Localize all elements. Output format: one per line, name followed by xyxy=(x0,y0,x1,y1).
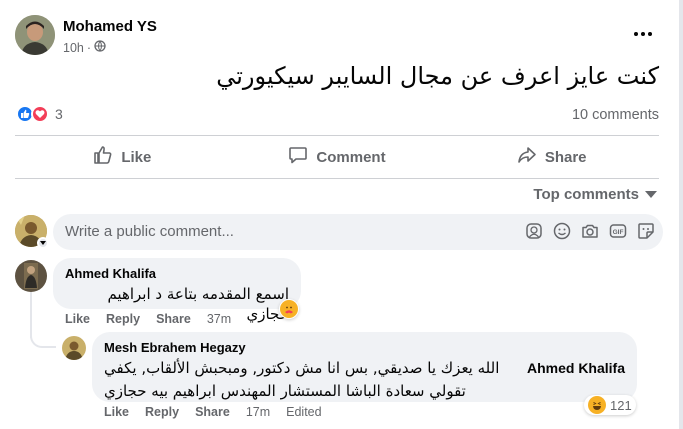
reply-like-link[interactable]: Like xyxy=(104,405,129,419)
comment-button[interactable]: Comment xyxy=(230,138,445,176)
more-options-icon[interactable] xyxy=(633,24,653,44)
comment-reaction-badge[interactable] xyxy=(279,299,299,319)
post-text: كنت عايز اعرف عن مجال السايبر سيكيورتي xyxy=(216,62,659,90)
svg-text:GIF: GIF xyxy=(613,229,624,236)
comment-author-name[interactable]: Ahmed Khalifa xyxy=(65,266,289,281)
reply-author-avatar[interactable] xyxy=(62,336,86,360)
reply-text-line1-wrap: الله يعزك يا صديقي, بس انا مش دكتور, ومب… xyxy=(104,358,625,378)
reply-share-link[interactable]: Share xyxy=(195,405,230,419)
thumbs-up-icon xyxy=(93,145,113,169)
reply-reply-link[interactable]: Reply xyxy=(145,405,179,419)
actions-divider xyxy=(15,178,659,179)
comment-composer: GIF xyxy=(53,214,663,250)
profile-switch-caret-icon[interactable] xyxy=(37,237,49,249)
comment-sort-dropdown[interactable]: Top comments xyxy=(533,186,657,203)
share-arrow-icon xyxy=(517,145,537,169)
post-card: Mohamed YS 10h · كنت عايز اعرف عن مجال ا… xyxy=(0,0,679,429)
post-actions: Like Comment Share xyxy=(15,138,659,176)
comment-actions: Like Reply Share 37m xyxy=(65,312,231,326)
reply-bubble: Mesh Ebrahem Hegazy الله يعزك يا صديقي, … xyxy=(92,332,637,402)
composer-tools: GIF xyxy=(525,222,655,240)
reaction-count: 3 xyxy=(55,106,63,122)
reply-mention[interactable]: Ahmed Khalifa xyxy=(527,358,625,378)
post-author-name[interactable]: Mohamed YS xyxy=(63,18,157,35)
scroll-edge xyxy=(679,0,683,429)
haha-reaction-icon xyxy=(588,396,606,414)
comment-share-link[interactable]: Share xyxy=(156,312,191,326)
reaction-summary[interactable]: 3 xyxy=(16,105,63,123)
reply-author-name[interactable]: Mesh Ebrahem Hegazy xyxy=(104,340,625,355)
love-reaction-icon xyxy=(31,105,49,123)
comments-count[interactable]: 10 comments xyxy=(572,107,659,123)
globe-icon xyxy=(94,40,106,55)
author-avatar[interactable] xyxy=(15,15,55,55)
reply-edited-label[interactable]: Edited xyxy=(286,405,321,419)
comment-bubble-icon xyxy=(288,145,308,169)
sticker-icon[interactable] xyxy=(637,222,655,240)
comment-time[interactable]: 37m xyxy=(207,312,231,326)
comment-bubble: Ahmed Khalifa اسمع المقدمه بتاعة د ابراه… xyxy=(53,258,301,323)
reply-text-line1: الله يعزك يا صديقي, بس انا مش دكتور, ومب… xyxy=(104,359,500,377)
post-meta: 10h · xyxy=(63,40,106,55)
reply-time[interactable]: 17m xyxy=(246,405,270,419)
emoji-icon[interactable] xyxy=(553,222,571,240)
comment-label: Comment xyxy=(316,148,386,166)
gif-icon[interactable]: GIF xyxy=(609,222,627,240)
reply-actions: Like Reply Share 17m Edited xyxy=(104,405,322,419)
comment-author-avatar[interactable] xyxy=(15,260,47,292)
stats-divider xyxy=(15,135,659,136)
comment-reply-link[interactable]: Reply xyxy=(106,312,140,326)
comment-input[interactable] xyxy=(65,223,485,240)
reply-reaction-badge[interactable]: 121 xyxy=(584,395,636,415)
comment-sort-label: Top comments xyxy=(533,186,639,203)
like-label: Like xyxy=(121,148,152,166)
thread-connector xyxy=(30,330,56,348)
reply-reaction-count: 121 xyxy=(610,397,632,413)
avatar-sticker-icon[interactable] xyxy=(525,222,543,240)
care-reaction-icon xyxy=(280,300,298,318)
reply-text-line2: تقولي سعادة الباشا المستشار المهندس ابرا… xyxy=(104,382,466,400)
camera-icon[interactable] xyxy=(581,222,599,240)
like-button[interactable]: Like xyxy=(15,138,230,176)
post-time[interactable]: 10h xyxy=(63,41,84,55)
share-button[interactable]: Share xyxy=(444,138,659,176)
comment-like-link[interactable]: Like xyxy=(65,312,90,326)
caret-down-icon xyxy=(645,186,657,203)
share-label: Share xyxy=(544,148,587,166)
